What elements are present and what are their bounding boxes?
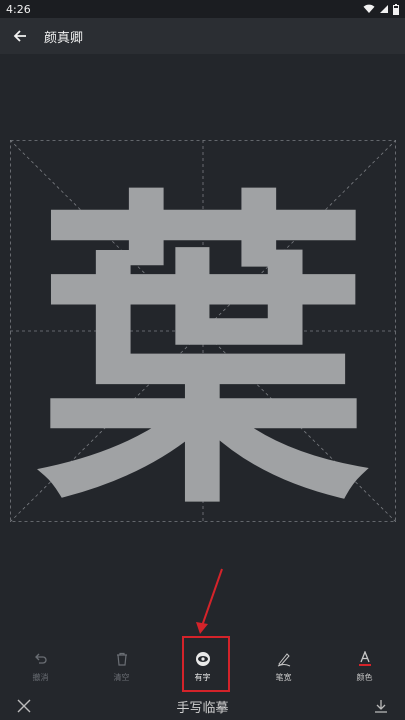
- undo-button[interactable]: 撤消: [0, 650, 81, 683]
- mode-title: 手写临摹: [176, 700, 229, 716]
- app-bar: 颜真卿: [0, 18, 405, 54]
- undo-label: 撤消: [32, 672, 49, 682]
- page-title: 颜真卿: [44, 30, 84, 46]
- battery-icon: [393, 3, 399, 15]
- close-icon: [17, 699, 31, 713]
- eye-icon: [195, 651, 210, 666]
- status-time: 4:26: [6, 2, 31, 16]
- undo-icon: [34, 653, 47, 664]
- download-button[interactable]: [369, 694, 393, 718]
- clear-label: 清空: [113, 672, 130, 682]
- color-a-icon: [358, 650, 371, 666]
- show-character-button[interactable]: 有字: [162, 650, 243, 683]
- wifi-icon: [363, 4, 375, 14]
- download-icon: [374, 700, 387, 713]
- color-label: 颜色: [356, 672, 373, 682]
- status-bar: 4:26: [0, 0, 405, 18]
- show-character-label: 有字: [194, 672, 211, 682]
- toolbar: 撤消 清空 有字 笔宽 颜色: [0, 640, 405, 692]
- color-button[interactable]: 颜色: [324, 650, 405, 683]
- trash-icon: [116, 652, 127, 666]
- practice-grid[interactable]: 葉: [10, 140, 396, 522]
- model-character: 葉: [33, 160, 373, 522]
- arrow-left-icon: [13, 30, 26, 42]
- annotation-arrow: [196, 568, 223, 634]
- status-icons: [363, 3, 399, 15]
- brush-width-label: 笔宽: [275, 672, 292, 682]
- signal-icon: [380, 5, 388, 13]
- close-button[interactable]: [12, 694, 36, 718]
- brush-width-button[interactable]: 笔宽: [243, 650, 324, 683]
- clear-button[interactable]: 清空: [81, 650, 162, 683]
- brush-icon: [277, 652, 290, 666]
- back-button[interactable]: [10, 26, 30, 46]
- bottom-bar: 手写临摹: [0, 692, 405, 720]
